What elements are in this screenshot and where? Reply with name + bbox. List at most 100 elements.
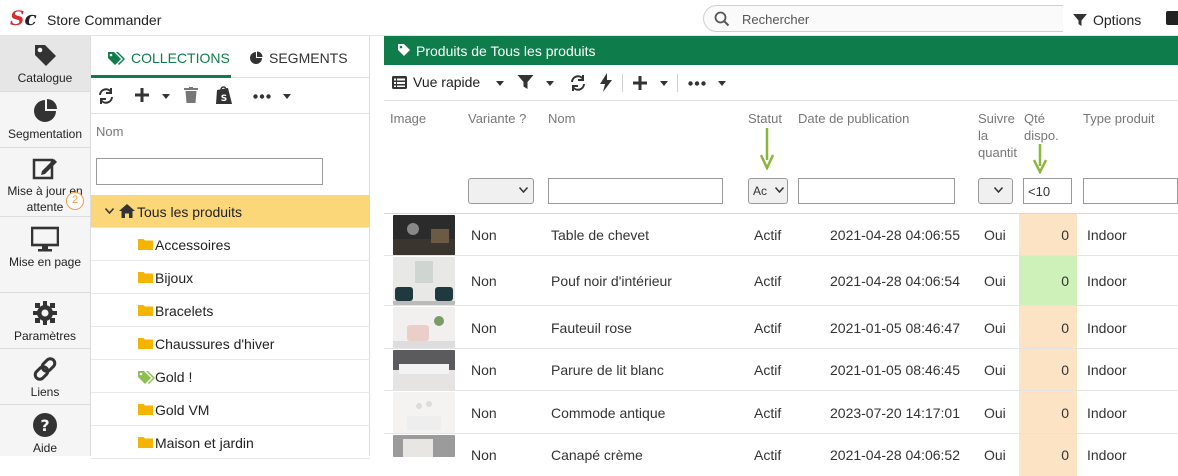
tree-item-gold-vm[interactable]: Gold VM: [91, 393, 370, 426]
products-panel: Produits de Tous les produits Vue rapide…: [384, 36, 1178, 476]
tree-item-gold[interactable]: Gold !: [91, 360, 370, 393]
help-icon: ?: [33, 413, 57, 437]
filter-suivre-select[interactable]: [978, 178, 1013, 204]
column-header-nom[interactable]: Nom: [548, 110, 575, 127]
view-label: Vue rapide: [413, 74, 481, 90]
column-header-type[interactable]: Type produit: [1083, 110, 1155, 127]
chevron-down-icon[interactable]: [660, 81, 668, 86]
collections-filter-input[interactable]: [96, 158, 323, 185]
table-row[interactable]: Non Commode antique Actif 2023-07-20 14:…: [384, 391, 1178, 434]
svg-text:?: ?: [40, 416, 49, 435]
refresh-icon[interactable]: [569, 74, 587, 92]
tree-item-tous-les-produits[interactable]: Tous les produits: [91, 195, 370, 228]
more-icon[interactable]: [253, 94, 271, 99]
table-row[interactable]: Non Parure de lit blanc Actif 2021-01-05…: [384, 349, 1178, 391]
table-row[interactable]: Non Table de chevet Actif 2021-04-28 04:…: [384, 214, 1178, 256]
products-header-title: Produits de Tous les produits: [416, 43, 596, 59]
product-thumbnail: [393, 307, 455, 348]
collections-toolbar: S: [91, 78, 370, 114]
qty-cell: 0: [1019, 434, 1077, 476]
search-placeholder: Rechercher: [742, 12, 810, 27]
collections-panel: COLLECTIONS SEGMENTS S Nom Tous les prod…: [91, 36, 370, 459]
search-input[interactable]: Rechercher: [703, 5, 1063, 32]
chevron-down-icon: [994, 187, 1003, 193]
folder-icon: [138, 437, 153, 448]
edit-icon: [32, 158, 57, 180]
left-nav: Catalogue Segmentation Mise à jour en at…: [0, 36, 91, 456]
filter-statut-select[interactable]: Ac: [748, 178, 788, 204]
table-row[interactable]: Non Canapé crème Actif 2021-04-28 04:06:…: [384, 434, 1178, 476]
tags-icon: [108, 52, 125, 65]
filter-qte-input[interactable]: <10: [1023, 178, 1072, 204]
column-header-qte[interactable]: Qté dispo.: [1024, 110, 1059, 144]
tab-collections[interactable]: COLLECTIONS: [107, 50, 230, 66]
tree-item-bracelets[interactable]: Bracelets: [91, 294, 370, 327]
products-header: Produits de Tous les produits: [384, 36, 1178, 65]
view-selector[interactable]: Vue rapide: [392, 74, 480, 90]
column-header-variante[interactable]: Variante ?: [468, 110, 526, 127]
gear-icon: [33, 301, 57, 325]
chevron-down-icon[interactable]: [162, 94, 170, 99]
top-bar: Sc Store Commander Rechercher Options: [0, 0, 1178, 36]
nav-item-parametres[interactable]: Paramètres: [0, 293, 90, 348]
folder-icon: [138, 305, 153, 316]
collections-tabs: COLLECTIONS SEGMENTS: [91, 36, 370, 78]
folder-icon: [138, 404, 153, 415]
tree-item-accessoires[interactable]: Accessoires: [91, 228, 370, 261]
chevron-down-icon[interactable]: [718, 81, 726, 86]
product-thumbnail: [393, 215, 455, 255]
filter-type-input[interactable]: [1083, 178, 1178, 204]
svg-text:S: S: [221, 94, 227, 104]
tag-icon: [35, 45, 56, 66]
pending-count-badge: 2: [66, 192, 84, 210]
column-header-statut[interactable]: Statut: [748, 110, 782, 127]
filter-variante-select[interactable]: [468, 178, 534, 204]
column-header-date[interactable]: Date de publication: [798, 110, 909, 127]
options-label: Options: [1093, 12, 1142, 28]
filter-icon[interactable]: [517, 74, 534, 90]
chevron-down-icon: [775, 187, 784, 193]
collections-column-header: Nom: [96, 124, 124, 139]
add-icon[interactable]: [632, 75, 648, 91]
chevron-down-icon[interactable]: [546, 81, 554, 86]
column-header-suivre[interactable]: Suivre la quantit: [978, 110, 1017, 161]
nav-item-aide[interactable]: ? Aide: [0, 405, 90, 456]
tree-item-maison-et-jardin[interactable]: Maison et jardin: [91, 426, 370, 459]
pie-chart-icon: [250, 51, 263, 64]
chevron-down-icon[interactable]: [283, 94, 291, 99]
add-icon[interactable]: [134, 87, 150, 103]
product-thumbnail: [393, 350, 455, 390]
refresh-icon[interactable]: [97, 87, 115, 105]
link-icon: [33, 357, 57, 381]
arrow-down-icon: [760, 128, 774, 170]
chevron-down-icon: [519, 187, 528, 193]
filter-date-input[interactable]: [798, 178, 955, 204]
nav-item-catalogue[interactable]: Catalogue: [0, 36, 90, 91]
filter-icon: [1073, 14, 1087, 26]
options-button[interactable]: Options: [1072, 10, 1141, 30]
shopify-icon[interactable]: S: [215, 85, 233, 105]
nav-item-mise-en-page[interactable]: Mise en page: [0, 217, 90, 292]
lightning-icon[interactable]: [600, 73, 612, 92]
app-title: Store Commander: [47, 12, 162, 28]
close-icon[interactable]: [1166, 11, 1178, 25]
chevron-down-icon[interactable]: [496, 81, 504, 86]
tree-item-bijoux[interactable]: Bijoux: [91, 261, 370, 294]
table-row[interactable]: Non Pouf noir d'intérieur Actif 2021-04-…: [384, 256, 1178, 306]
qty-cell: 0: [1019, 391, 1077, 433]
trash-icon[interactable]: [184, 87, 198, 103]
qty-cell: 0: [1019, 306, 1077, 348]
tab-segments[interactable]: SEGMENTS: [249, 50, 348, 66]
filter-nom-input[interactable]: [548, 178, 723, 204]
tag-icon: [398, 44, 410, 56]
table-row[interactable]: Non Fauteuil rose Actif 2021-01-05 08:46…: [384, 306, 1178, 349]
pie-chart-icon: [34, 99, 57, 122]
tree-item-chaussures-d-hiver[interactable]: Chaussures d'hiver: [91, 327, 370, 360]
more-icon[interactable]: [688, 81, 706, 86]
search-icon: [714, 11, 730, 27]
nav-item-liens[interactable]: Liens: [0, 349, 90, 404]
product-thumbnail: [393, 435, 455, 457]
arrow-down-icon: [1033, 144, 1047, 174]
column-header-image[interactable]: Image: [390, 110, 426, 127]
nav-item-segmentation[interactable]: Segmentation: [0, 92, 90, 147]
